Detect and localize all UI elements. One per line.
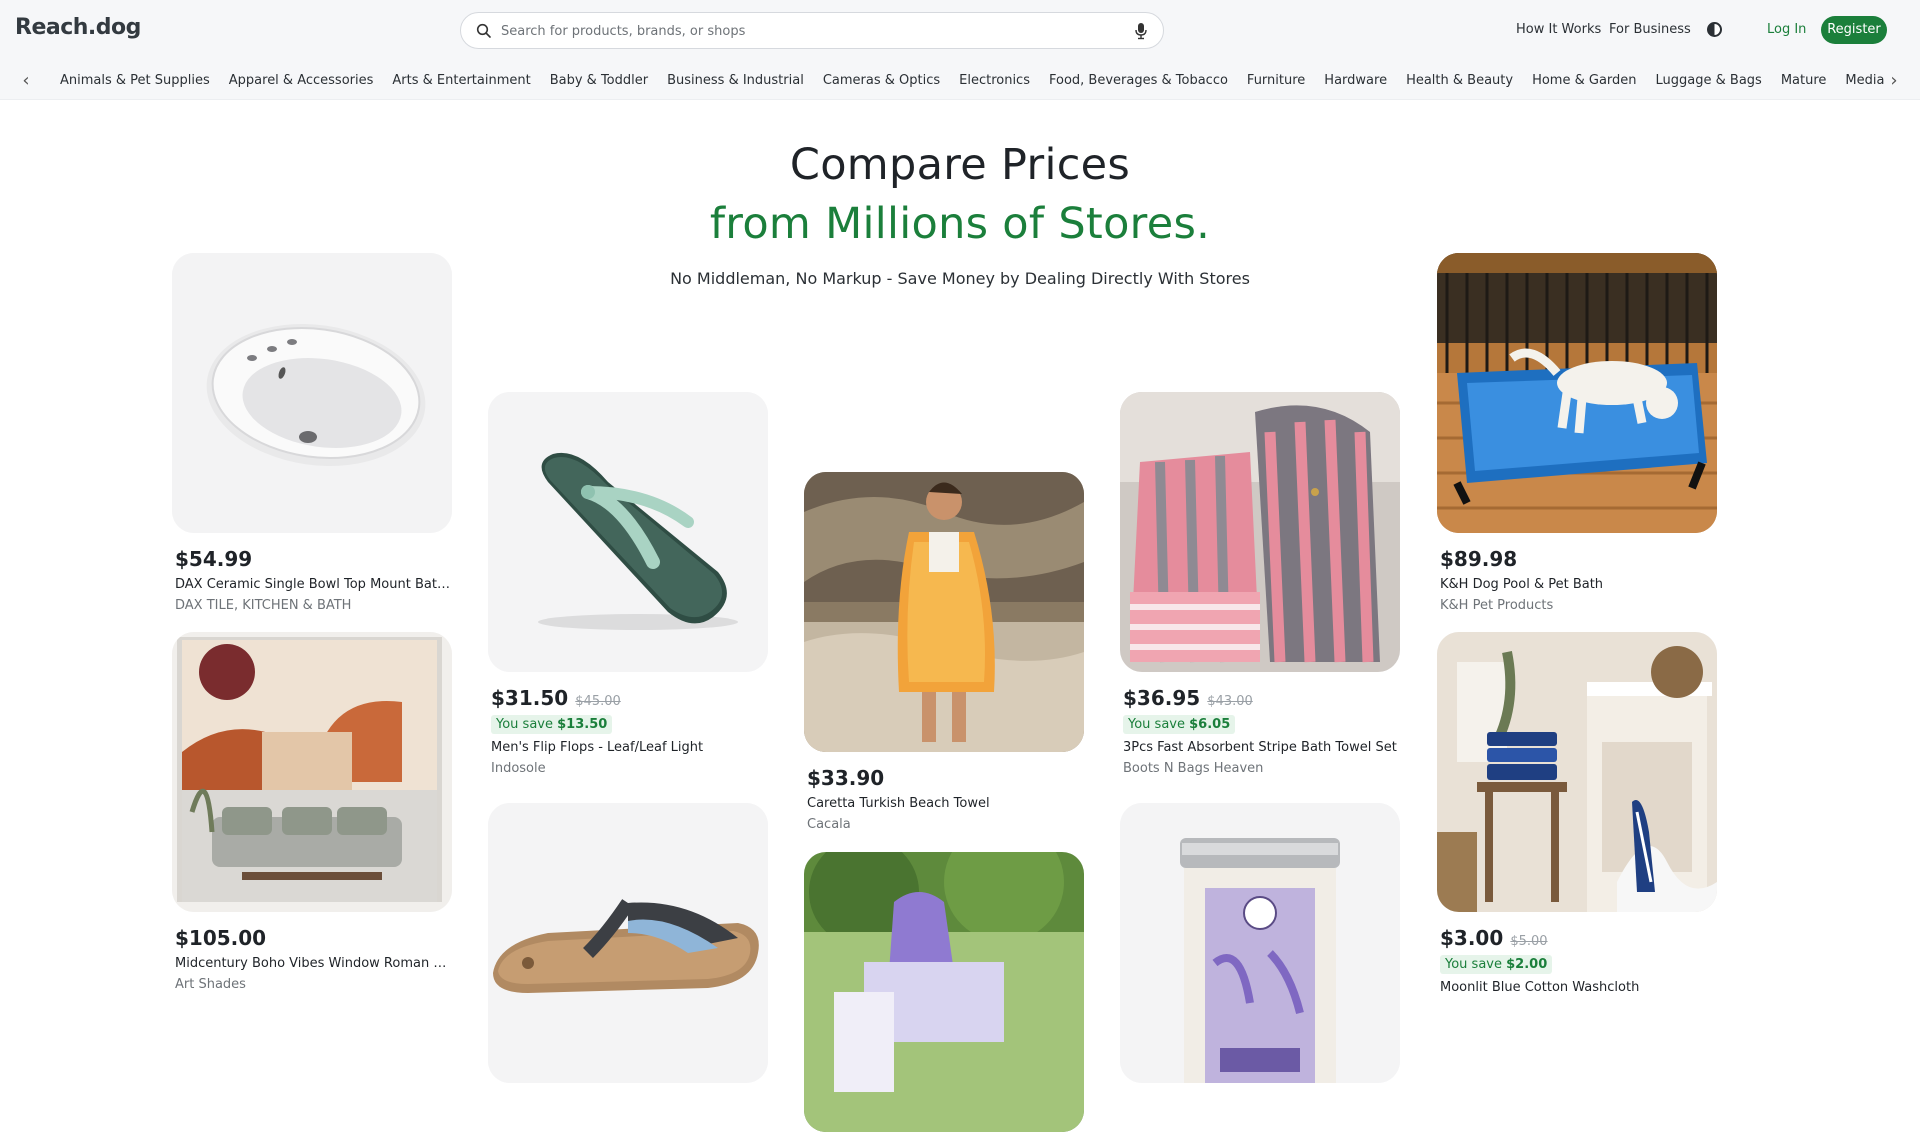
product-price: $89.98 xyxy=(1440,547,1518,571)
product-card[interactable] xyxy=(804,852,1084,1132)
product-name[interactable]: Men's Flip Flops - Leaf/Leaf Light xyxy=(488,740,766,755)
product-name[interactable]: DAX Ceramic Single Bowl Top Mount Bathro… xyxy=(172,577,450,592)
chevron-left-icon[interactable]: ‹ xyxy=(16,71,36,91)
theme-toggle-icon[interactable] xyxy=(1707,22,1722,37)
product-card[interactable] xyxy=(1120,803,1400,1083)
bath-towel-image xyxy=(1120,392,1400,672)
product-image[interactable] xyxy=(1120,803,1400,1083)
product-price: $33.90 xyxy=(807,766,885,790)
lavender-gift-image xyxy=(804,852,1084,1132)
savings-amount: $2.00 xyxy=(1506,957,1548,972)
candle-image xyxy=(1120,803,1400,1083)
product-price: $36.95 xyxy=(1123,686,1201,710)
product-brand[interactable]: K&H Pet Products xyxy=(1437,598,1717,613)
category-item[interactable]: Business & Industrial xyxy=(667,62,804,100)
product-brand[interactable]: Indosole xyxy=(488,761,768,776)
flip-flop-image xyxy=(488,392,768,672)
microphone-icon[interactable] xyxy=(1133,22,1149,40)
savings-badge: You save $2.00 xyxy=(1440,955,1553,974)
product-price: $3.00 xyxy=(1440,926,1504,950)
search-input[interactable] xyxy=(501,19,1101,43)
chevron-right-icon[interactable]: › xyxy=(1884,71,1904,91)
product-image[interactable] xyxy=(1120,392,1400,672)
product-image[interactable] xyxy=(804,472,1084,752)
savings-amount: $6.05 xyxy=(1189,717,1231,732)
product-name[interactable]: Caretta Turkish Beach Towel xyxy=(804,796,1082,811)
site-logo[interactable]: Reach.dog xyxy=(15,15,141,40)
product-old-price: $5.00 xyxy=(1510,934,1548,949)
savings-label: You save xyxy=(1128,717,1185,732)
product-card[interactable]: $31.50 $45.00 You save $13.50 Men's Flip… xyxy=(488,392,768,776)
product-image[interactable] xyxy=(1437,253,1717,533)
category-item[interactable]: Hardware xyxy=(1324,62,1387,100)
savings-amount: $13.50 xyxy=(557,717,608,732)
product-image[interactable] xyxy=(172,632,452,912)
product-image[interactable] xyxy=(488,803,768,1083)
savings-label: You save xyxy=(496,717,553,732)
for-business-link[interactable]: For Business xyxy=(1609,22,1691,37)
category-item[interactable]: Food, Beverages & Tobacco xyxy=(1049,62,1228,100)
search-bar[interactable] xyxy=(460,12,1164,49)
category-item[interactable]: Health & Beauty xyxy=(1406,62,1513,100)
product-image[interactable] xyxy=(172,253,452,533)
product-image[interactable] xyxy=(1437,632,1717,912)
top-header: Reach.dog How It Works For Business Log … xyxy=(0,0,1920,100)
product-price: $31.50 xyxy=(491,686,569,710)
savings-label: You save xyxy=(1445,957,1502,972)
product-card[interactable]: $89.98 K&H Dog Pool & Pet Bath K&H Pet P… xyxy=(1437,253,1717,613)
flip-flop-image xyxy=(488,803,768,1083)
product-brand[interactable]: DAX TILE, KITCHEN & BATH xyxy=(172,598,452,613)
product-old-price: $43.00 xyxy=(1207,694,1253,709)
category-item[interactable]: Home & Garden xyxy=(1532,62,1636,100)
category-item[interactable]: Furniture xyxy=(1247,62,1305,100)
product-image[interactable] xyxy=(488,392,768,672)
login-link[interactable]: Log In xyxy=(1767,22,1806,37)
hero-title-accent: from Millions of Stores. xyxy=(709,199,1211,249)
category-list: Animals & Pet Supplies Apparel & Accessor… xyxy=(60,62,1900,100)
product-card[interactable]: $36.95 $43.00 You save $6.05 3Pcs Fast A… xyxy=(1120,392,1400,776)
how-it-works-link[interactable]: How It Works xyxy=(1516,22,1601,37)
category-item[interactable]: Media xyxy=(1845,62,1884,100)
search-icon xyxy=(476,23,491,38)
product-price: $54.99 xyxy=(175,547,253,571)
product-brand[interactable]: Boots N Bags Heaven xyxy=(1120,761,1400,776)
product-card[interactable]: $54.99 DAX Ceramic Single Bowl Top Mount… xyxy=(172,253,452,613)
category-item[interactable]: Animals & Pet Supplies xyxy=(60,62,210,100)
hero-title: Compare Prices xyxy=(789,140,1131,190)
product-name[interactable]: 3Pcs Fast Absorbent Stripe Bath Towel Se… xyxy=(1120,740,1398,755)
savings-badge: You save $6.05 xyxy=(1123,715,1236,734)
beach-towel-image xyxy=(804,472,1084,752)
category-item[interactable]: Baby & Toddler xyxy=(550,62,648,100)
product-name[interactable]: Midcentury Boho Vibes Window Roman Shade xyxy=(172,956,450,971)
product-old-price: $45.00 xyxy=(575,694,621,709)
product-card[interactable] xyxy=(488,803,768,1083)
category-bar: ‹ Animals & Pet Supplies Apparel & Access… xyxy=(0,62,1920,100)
category-item[interactable]: Electronics xyxy=(959,62,1030,100)
register-button[interactable]: Register xyxy=(1821,16,1887,44)
dog-pool-image xyxy=(1437,253,1717,533)
product-brand[interactable]: Cacala xyxy=(804,817,1084,832)
category-item[interactable]: Arts & Entertainment xyxy=(392,62,530,100)
product-card[interactable]: $105.00 Midcentury Boho Vibes Window Rom… xyxy=(172,632,452,992)
category-item[interactable]: Cameras & Optics xyxy=(823,62,940,100)
savings-badge: You save $13.50 xyxy=(491,715,613,734)
roman-shade-image xyxy=(172,632,452,912)
sink-image xyxy=(172,253,452,533)
product-card[interactable]: $3.00 $5.00 You save $2.00 Moonlit Blue … xyxy=(1437,632,1717,995)
category-item[interactable]: Luggage & Bags xyxy=(1656,62,1762,100)
product-image[interactable] xyxy=(804,852,1084,1132)
product-brand[interactable]: Art Shades xyxy=(172,977,452,992)
product-card[interactable]: $33.90 Caretta Turkish Beach Towel Cacal… xyxy=(804,472,1084,832)
product-name[interactable]: K&H Dog Pool & Pet Bath xyxy=(1437,577,1715,592)
product-price: $105.00 xyxy=(175,926,267,950)
washcloth-image xyxy=(1437,632,1717,912)
category-item[interactable]: Apparel & Accessories xyxy=(229,62,374,100)
category-item[interactable]: Mature xyxy=(1781,62,1827,100)
